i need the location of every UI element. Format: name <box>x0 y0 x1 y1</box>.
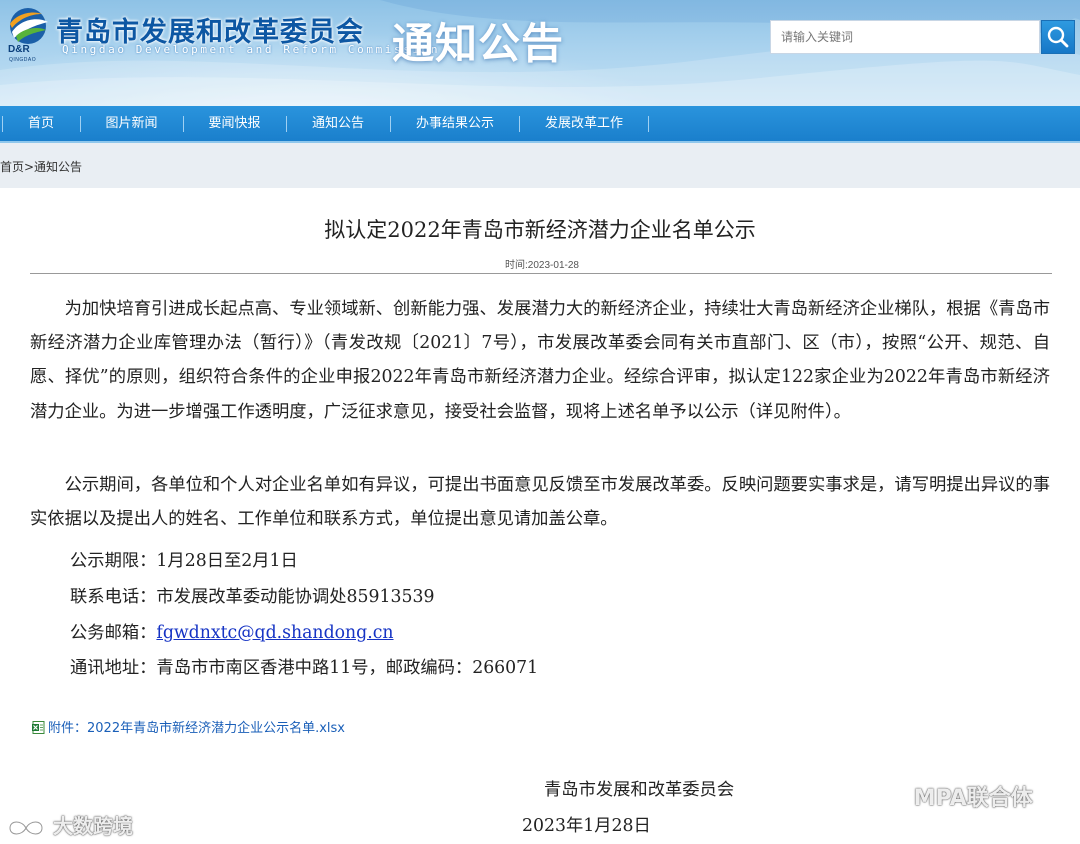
main-nav: 首页 图片新闻 要闻快报 通知公告 办事结果公示 发展改革工作 <box>0 106 1080 143</box>
publicity-period: 公示期限：1月28日至2月1日 <box>70 546 298 571</box>
official-email: 公务邮箱：fgwdnxtc@qd.shandong.cn <box>70 618 394 643</box>
attachment-label[interactable]: 附件：2022年青岛市新经济潜力企业公示名单.xlsx <box>48 721 345 736</box>
wechat-icon <box>863 784 903 812</box>
phone-label: 联系电话： <box>70 587 157 607</box>
article-panel: 拟认定2022年青岛市新经济潜力企业名单公示 时间:2023-01-28 为加快… <box>0 188 1080 844</box>
attachment-link[interactable]: 附件：2022年青岛市新经济潜力企业公示名单.xlsx <box>32 717 345 736</box>
section-title: 通知公告 <box>392 19 565 68</box>
article-title: 拟认定2022年青岛市新经济潜力企业名单公示 <box>324 218 756 242</box>
signature-date: 2023年1月28日 <box>522 816 651 836</box>
nav-item-reform-work[interactable]: 发展改革工作 <box>520 106 648 141</box>
site-header: D&R QINGDAO 青岛市发展和改革委员会 Qingdao Developm… <box>0 0 1080 106</box>
phone-value: 市发展改革委动能协调处85913539 <box>156 587 435 607</box>
logo-subtext: QINGDAO <box>9 57 37 63</box>
period-value: 1月28日至2月1日 <box>156 551 298 571</box>
email-label: 公务邮箱： <box>70 623 157 643</box>
search-input[interactable] <box>770 20 1040 54</box>
address-label: 通讯地址： <box>70 658 157 678</box>
watermark-logo-icon <box>8 820 44 835</box>
nav-item-news-express[interactable]: 要闻快报 <box>184 106 285 141</box>
mailing-address: 通讯地址：青岛市市南区香港中路11号，邮政编码：266071 <box>70 653 538 678</box>
article-date: 时间:2023-01-28 <box>505 260 579 271</box>
watermark-left-text: 大数跨境 <box>52 814 133 838</box>
search-icon <box>1047 26 1069 48</box>
search-button[interactable] <box>1041 20 1075 54</box>
logo-text: D&R <box>8 44 30 55</box>
nav-item-photo-news[interactable]: 图片新闻 <box>81 106 182 141</box>
site-title-english: Qingdao Development and Reform Commissio… <box>62 43 441 56</box>
nav-separator <box>648 116 649 132</box>
address-value: 青岛市市南区香港中路11号，邮政编码：266071 <box>156 658 539 678</box>
excel-file-icon <box>32 721 45 734</box>
contact-phone: 联系电话：市发展改革委动能协调处85913539 <box>70 582 434 607</box>
breadcrumb[interactable]: 首页>通知公告 <box>0 158 82 175</box>
email-link[interactable]: fgwdnxtc@qd.shandong.cn <box>156 623 393 643</box>
nav-item-notices[interactable]: 通知公告 <box>287 106 389 141</box>
signature-organization: 青岛市发展和改革委员会 <box>544 780 735 800</box>
nav-item-home[interactable]: 首页 <box>3 106 79 141</box>
article-paragraph-1: 为加快培育引进成长起点高、专业领域新、创新能力强、发展潜力大的新经济企业，持续壮… <box>30 299 1050 422</box>
period-label: 公示期限： <box>70 551 157 571</box>
watermark-right: MPA联合体 <box>862 780 1033 814</box>
nav-item-results[interactable]: 办事结果公示 <box>391 106 519 141</box>
article-paragraph-2: 公示期间，各单位和个人对企业名单如有异议，可提出书面意见反馈至市发展改革委。反映… <box>30 475 1050 530</box>
title-divider <box>30 273 1052 274</box>
watermark-right-text: MPA联合体 <box>913 786 1033 811</box>
watermark-left: 大数跨境 <box>6 810 133 840</box>
